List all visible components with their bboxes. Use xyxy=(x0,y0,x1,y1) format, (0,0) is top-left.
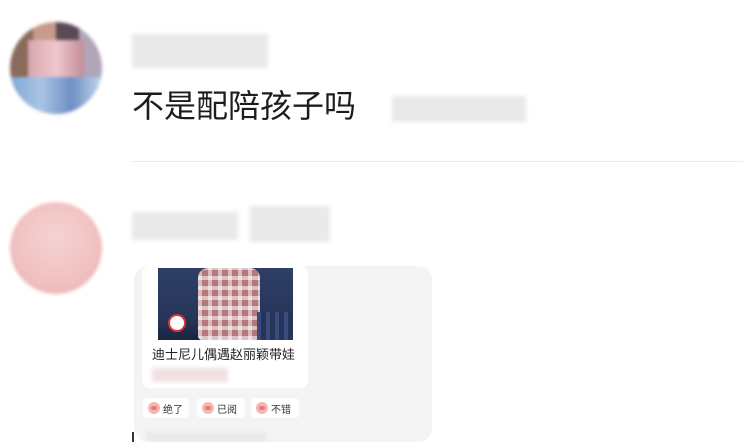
comment-text: 不是配陪孩子吗 xyxy=(132,87,357,125)
pig-face-icon xyxy=(256,402,268,414)
no-entry-sign-icon xyxy=(168,314,186,332)
link-meta-redacted xyxy=(152,368,228,382)
more-content-redacted xyxy=(146,432,266,442)
username-redacted[interactable] xyxy=(132,212,238,240)
avatar[interactable] xyxy=(10,22,102,114)
railing-image xyxy=(257,312,293,340)
pig-face-icon xyxy=(148,402,160,414)
reaction-chip-jueliao[interactable]: 绝了 xyxy=(143,398,189,418)
user-badge-redacted xyxy=(250,206,330,242)
peach-icon xyxy=(202,402,214,414)
link-title[interactable]: 迪士尼儿偶遇赵丽颖带娃 xyxy=(152,346,295,366)
link-thumbnail[interactable] xyxy=(158,268,293,340)
reaction-label: 已阅 xyxy=(217,404,237,416)
reaction-label: 绝了 xyxy=(163,404,183,416)
plaid-shirt-image xyxy=(198,268,260,340)
comment-feed: 不是配陪孩子吗 迪士尼儿偶遇赵丽颖带娃 绝了 已阅 不错 xyxy=(0,0,743,442)
username-redacted[interactable] xyxy=(132,34,268,68)
comment-divider xyxy=(132,161,743,162)
text-cursor xyxy=(132,432,134,442)
comment-text-redacted xyxy=(392,96,526,122)
avatar[interactable] xyxy=(10,202,102,294)
reaction-label: 不错 xyxy=(271,404,291,416)
reaction-chip-yiyue[interactable]: 已阅 xyxy=(197,398,245,418)
reaction-chip-bucuo[interactable]: 不错 xyxy=(251,398,299,418)
